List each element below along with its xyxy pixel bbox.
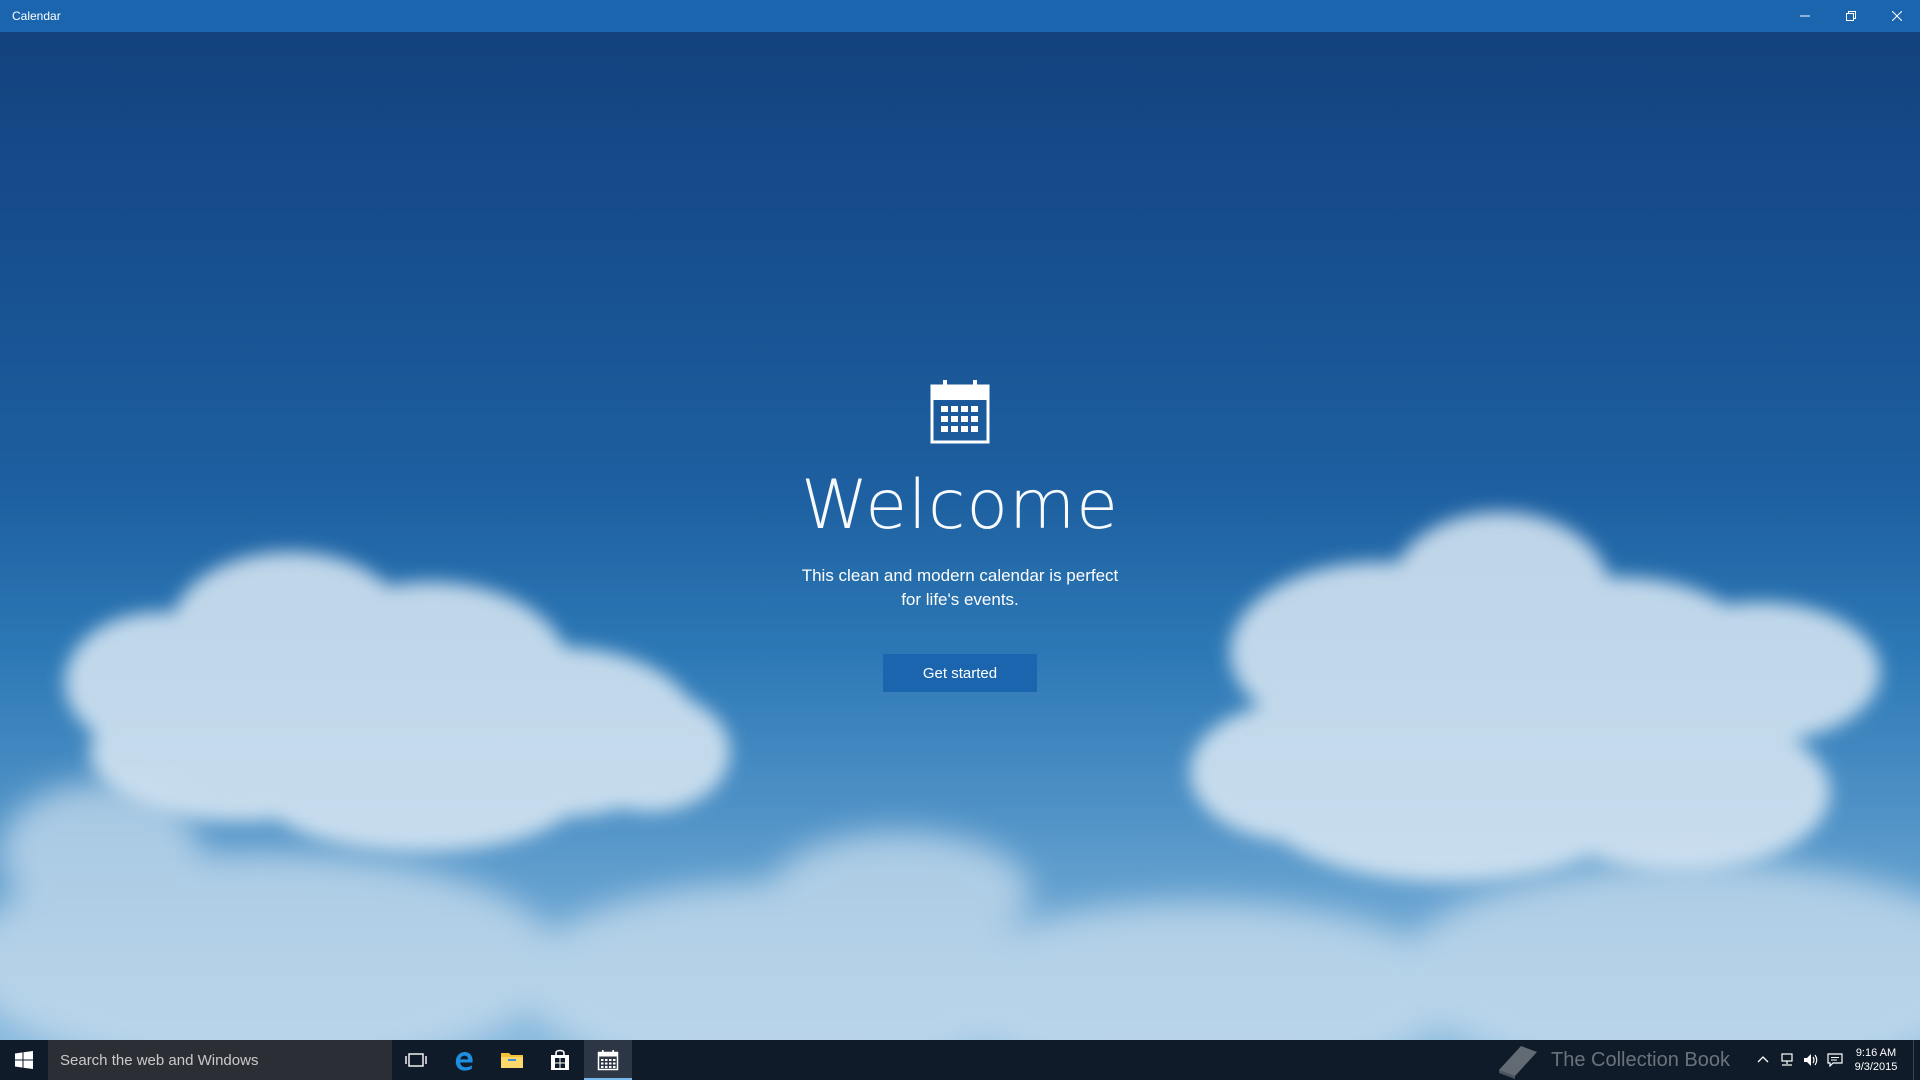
- welcome-heading: Welcome: [800, 466, 1120, 545]
- volume-button[interactable]: [1799, 1040, 1823, 1080]
- book-icon: [1499, 1046, 1538, 1079]
- taskbar: Search the web and Windows The Collectio…: [0, 1040, 1920, 1080]
- notification-icon: [1827, 1053, 1843, 1067]
- edge-icon: [455, 1052, 473, 1071]
- network-icon: [1781, 1053, 1793, 1066]
- welcome-panel: Welcome This clean and modern calendar i…: [0, 32, 1920, 692]
- clock-time: 9:16 AM: [1855, 1047, 1897, 1059]
- clock[interactable]: 9:16 AM 9/3/2015: [1847, 1040, 1905, 1080]
- windows-logo-icon: [15, 1051, 33, 1069]
- welcome-description-line: This clean and modern calendar is perfec…: [801, 566, 1119, 585]
- watermark-text: The Collection Book: [1551, 1048, 1730, 1071]
- task-view-button[interactable]: [392, 1040, 440, 1080]
- file-explorer-button[interactable]: [488, 1040, 536, 1080]
- edge-button[interactable]: [440, 1040, 488, 1080]
- clock-date: 9/3/2015: [1854, 1061, 1898, 1073]
- minimize-icon: [1800, 15, 1810, 17]
- welcome-screen: Welcome This clean and modern calendar i…: [0, 32, 1920, 1040]
- action-center-button[interactable]: [1823, 1040, 1847, 1080]
- task-view-icon: [405, 1053, 427, 1067]
- volume-icon: [1804, 1054, 1818, 1066]
- title-bar: Calendar: [0, 0, 1920, 32]
- welcome-description: This clean and modern calendar is perfec…: [780, 564, 1140, 612]
- search-box[interactable]: Search the web and Windows: [48, 1040, 392, 1080]
- calendar-taskbar-button[interactable]: [584, 1040, 632, 1080]
- close-icon: [1892, 11, 1902, 21]
- welcome-description-line: for life's events.: [901, 590, 1019, 609]
- system-tray: The Collection Book 9:16 AM 9/3/2015: [1499, 1040, 1920, 1080]
- search-placeholder: Search the web and Windows: [60, 1051, 259, 1069]
- chevron-up-icon: [1757, 1056, 1769, 1063]
- store-button[interactable]: [536, 1040, 584, 1080]
- caption-buttons: [1782, 0, 1920, 32]
- minimize-button[interactable]: [1782, 0, 1828, 32]
- close-button[interactable]: [1874, 0, 1920, 32]
- start-button[interactable]: [0, 1040, 48, 1080]
- restore-button[interactable]: [1828, 0, 1874, 32]
- store-icon: [551, 1049, 569, 1070]
- watermark: The Collection Book: [1493, 1040, 1730, 1080]
- show-desktop-button[interactable]: [1913, 1040, 1920, 1080]
- restore-icon: [1846, 11, 1856, 21]
- show-hidden-icons-button[interactable]: [1751, 1040, 1775, 1080]
- file-explorer-icon: [501, 1053, 523, 1068]
- window-title: Calendar: [12, 9, 61, 23]
- network-button[interactable]: [1775, 1040, 1799, 1080]
- calendar-icon: [930, 380, 990, 444]
- calendar-icon: [597, 1050, 619, 1071]
- get-started-button[interactable]: Get started: [883, 654, 1037, 692]
